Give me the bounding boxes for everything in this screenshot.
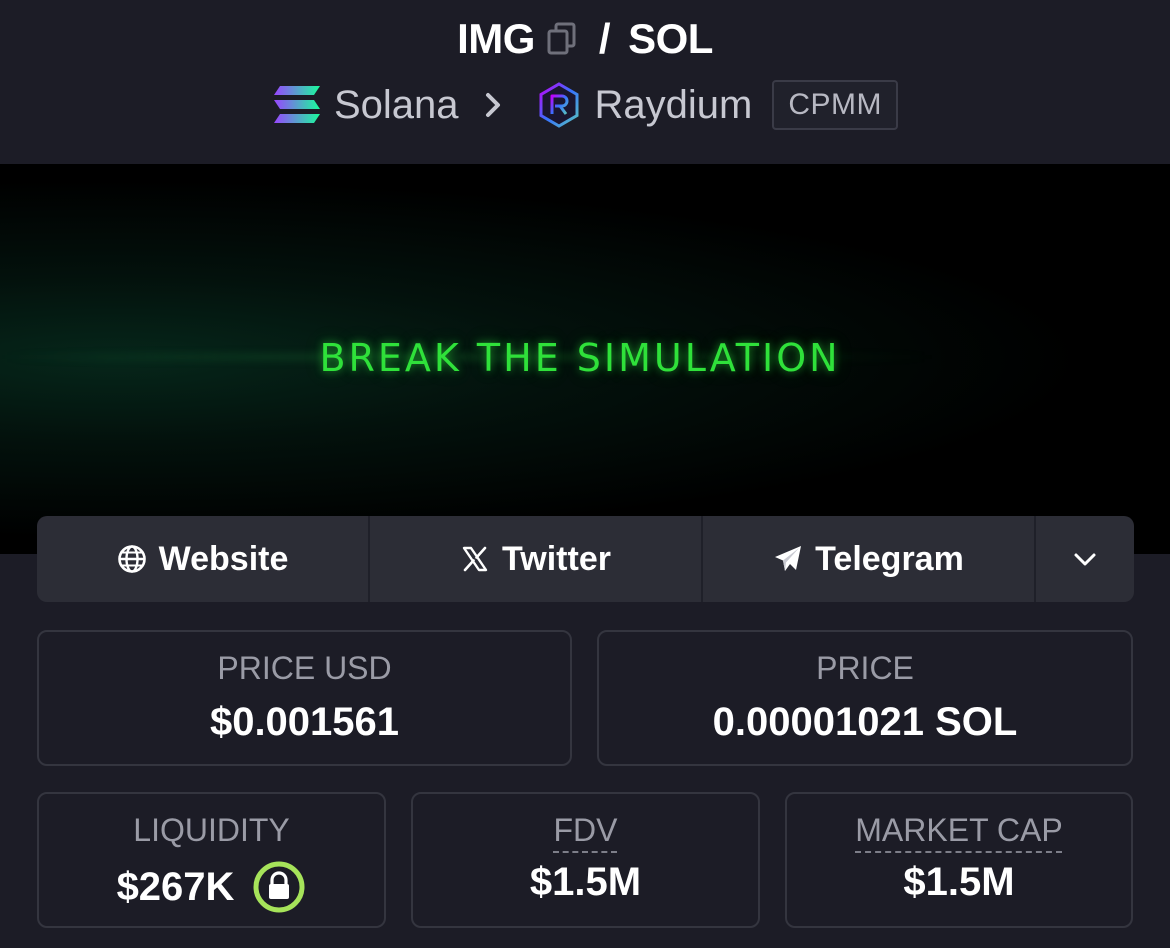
chevron-down-icon xyxy=(1070,544,1100,574)
base-token-symbol: IMG xyxy=(457,15,535,62)
banner-text: BREAK THE SIMULATION xyxy=(319,336,841,380)
fdv-card: FDV $1.5M xyxy=(411,792,760,928)
token-banner-image: BREAK THE SIMULATION xyxy=(0,164,1170,554)
liquidity-label: LIQUIDITY xyxy=(133,812,290,848)
price-usd-card: PRICE USD $0.001561 xyxy=(37,630,572,766)
x-icon xyxy=(460,544,490,574)
twitter-label: Twitter xyxy=(502,539,611,578)
globe-icon xyxy=(117,544,147,574)
website-button[interactable]: Website xyxy=(37,516,368,602)
liquidity-card: LIQUIDITY $267K xyxy=(37,792,386,928)
raydium-icon xyxy=(535,81,583,129)
lock-icon[interactable] xyxy=(252,860,306,914)
liquidity-value: $267K xyxy=(116,864,235,909)
telegram-label: Telegram xyxy=(815,539,964,578)
website-label: Website xyxy=(158,539,289,578)
price-usd-label: PRICE USD xyxy=(217,650,392,686)
market-cap-value: $1.5M xyxy=(903,860,1015,904)
price-native-value: 0.00001021 SOL xyxy=(712,700,1018,744)
breadcrumb: Solana Raydium CPMM xyxy=(0,78,1170,132)
pair-header: IMG / SOL Solana Raydium CPMM xyxy=(0,0,1170,164)
liquidity-value-row: $267K xyxy=(39,860,384,914)
chain-link[interactable]: Solana xyxy=(334,83,459,128)
price-usd-value: $0.001561 xyxy=(209,700,400,744)
solana-icon xyxy=(272,84,322,126)
copy-icon[interactable] xyxy=(545,21,579,57)
chevron-right-icon xyxy=(483,85,511,125)
market-cap-label[interactable]: MARKET CAP xyxy=(855,812,1062,848)
fdv-value: $1.5M xyxy=(529,860,642,904)
fdv-label[interactable]: FDV xyxy=(554,812,618,848)
market-cap-label-wrap: MARKET CAP xyxy=(787,812,1131,849)
price-native-card: PRICE 0.00001021 SOL xyxy=(597,630,1133,766)
token-page: IMG / SOL Solana Raydium CPMM BREAK THE … xyxy=(0,0,1170,948)
dex-link[interactable]: Raydium xyxy=(595,83,753,128)
telegram-button[interactable]: Telegram xyxy=(701,516,1034,602)
quote-token-symbol: SOL xyxy=(628,15,713,62)
social-links-bar: Website Twitter Telegram xyxy=(37,516,1134,602)
price-native-label: PRICE xyxy=(816,650,914,686)
more-links-button[interactable] xyxy=(1034,516,1134,602)
fdv-label-wrap: FDV xyxy=(413,812,758,849)
pool-type-badge: CPMM xyxy=(772,80,899,130)
twitter-button[interactable]: Twitter xyxy=(368,516,701,602)
market-cap-card: MARKET CAP $1.5M xyxy=(785,792,1133,928)
telegram-icon xyxy=(773,544,803,574)
pair-title: IMG / SOL xyxy=(0,14,1170,64)
pair-separator: / xyxy=(598,15,611,62)
